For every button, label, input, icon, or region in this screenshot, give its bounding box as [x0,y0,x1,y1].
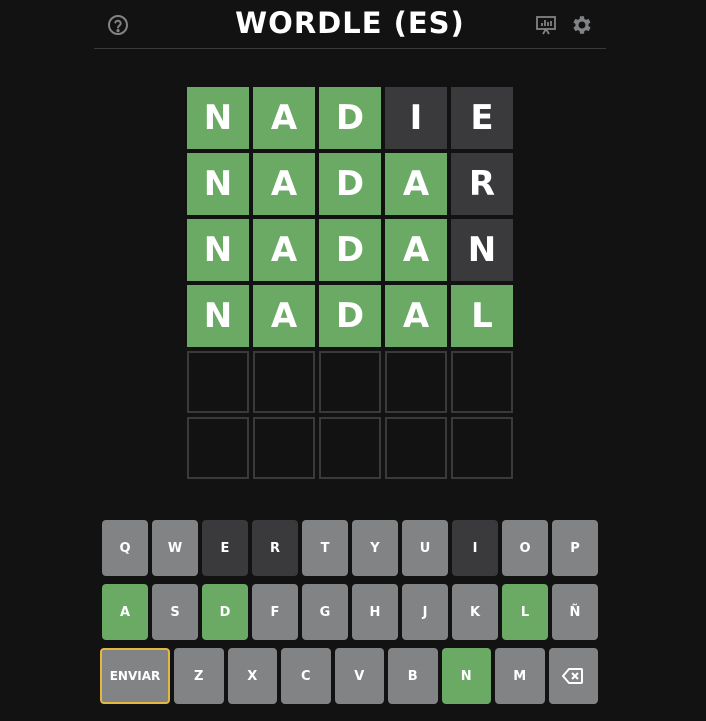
key-m[interactable]: M [495,648,545,704]
key-a[interactable]: A [102,584,148,640]
tile: A [253,153,315,215]
enter-key[interactable]: ENVIAR [100,648,170,704]
key-e[interactable]: E [202,520,248,576]
tile: A [253,219,315,281]
key-g[interactable]: G [302,584,348,640]
tile: A [253,285,315,347]
tile: R [451,153,513,215]
key-y[interactable]: Y [352,520,398,576]
keyboard-row-2: ASDFGHJKLÑ [102,584,598,640]
stats-icon[interactable] [534,13,558,37]
key-f[interactable]: F [252,584,298,640]
tile: D [319,285,381,347]
backspace-icon [562,668,584,684]
key-v[interactable]: V [334,648,384,704]
header: WORDLE (ES) [94,0,606,49]
key-l[interactable]: L [502,584,548,640]
key-q[interactable]: Q [102,520,148,576]
board-row [187,417,513,479]
key-j[interactable]: J [402,584,448,640]
tile: I [385,87,447,149]
key-u[interactable]: U [402,520,448,576]
tile: A [385,153,447,215]
tile: N [187,153,249,215]
keyboard-row-1: QWERTYUIOP [102,520,598,576]
tile: D [319,219,381,281]
board-row: NADAR [187,153,513,215]
key-ñ[interactable]: Ñ [552,584,598,640]
tile [319,417,381,479]
key-h[interactable]: H [352,584,398,640]
backspace-key[interactable] [548,648,598,704]
tile [385,351,447,413]
tile: N [187,87,249,149]
tile: D [319,87,381,149]
tile [187,351,249,413]
key-n[interactable]: N [441,648,491,704]
key-d[interactable]: D [202,584,248,640]
tile [253,417,315,479]
board-row: NADIE [187,87,513,149]
board-row: NADAN [187,219,513,281]
key-c[interactable]: C [281,648,331,704]
tile: A [253,87,315,149]
tile: N [187,285,249,347]
tile: N [187,219,249,281]
key-b[interactable]: B [388,648,438,704]
tile [451,351,513,413]
keyboard-row-3: ENVIAR Z X C V B N M [100,648,598,704]
key-s[interactable]: S [152,584,198,640]
tile [253,351,315,413]
tile [187,417,249,479]
board-row: NADAL [187,285,513,347]
tile [319,351,381,413]
game-board: NADIENADARNADANNADAL [187,87,513,483]
tile [385,417,447,479]
tile [451,417,513,479]
key-o[interactable]: O [502,520,548,576]
settings-icon[interactable] [570,13,594,37]
key-x[interactable]: X [227,648,277,704]
tile: N [451,219,513,281]
tile: E [451,87,513,149]
tile: A [385,219,447,281]
key-t[interactable]: T [302,520,348,576]
key-p[interactable]: P [552,520,598,576]
key-r[interactable]: R [252,520,298,576]
key-i[interactable]: I [452,520,498,576]
tile: D [319,153,381,215]
tile: A [385,285,447,347]
tile: L [451,285,513,347]
key-w[interactable]: W [152,520,198,576]
page-title: WORDLE (ES) [235,6,465,40]
key-z[interactable]: Z [174,648,224,704]
board-row [187,351,513,413]
key-k[interactable]: K [452,584,498,640]
